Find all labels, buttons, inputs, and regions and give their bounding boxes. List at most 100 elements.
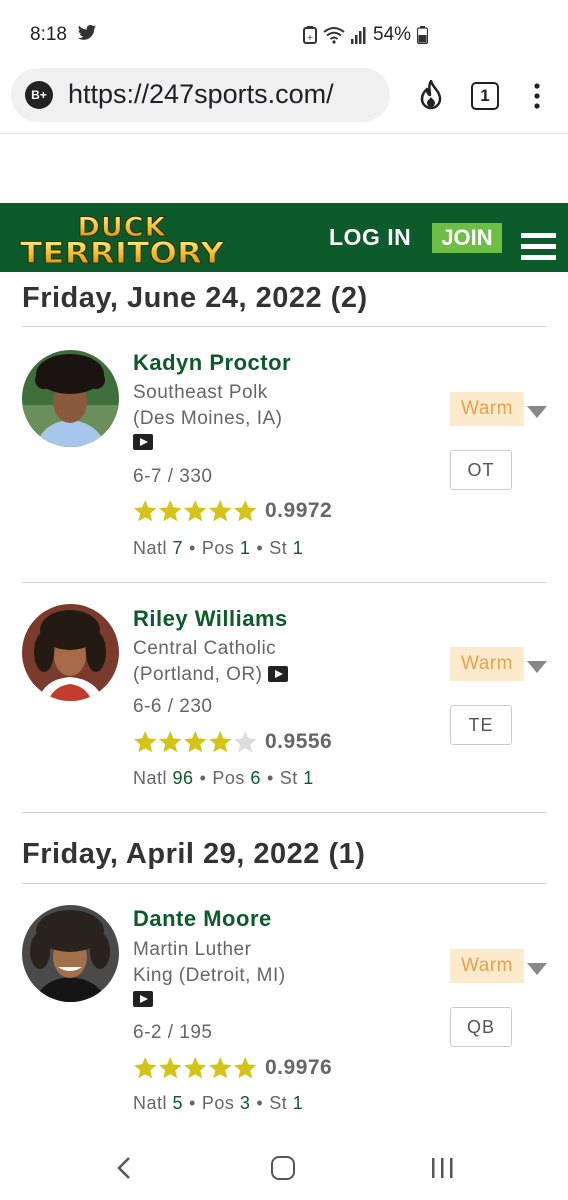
star-icon [209, 1057, 232, 1079]
position-badge: TE [450, 705, 512, 745]
video-icon[interactable] [133, 991, 153, 1007]
video-button[interactable] [133, 991, 153, 1010]
pos-rank[interactable]: 3 [240, 1093, 251, 1113]
wifi-icon [323, 27, 345, 44]
pos-label: Pos [201, 538, 235, 558]
url-text[interactable]: https://247sports.com/ [68, 79, 334, 110]
back-icon[interactable] [115, 1156, 133, 1180]
avatar[interactable] [22, 350, 119, 447]
status-badge[interactable]: Warm [450, 392, 524, 426]
kebab-menu-icon[interactable] [533, 83, 541, 109]
tabs-icon[interactable]: 1 [471, 82, 499, 110]
height-weight: 6-7 / 330 [133, 466, 213, 487]
tab-count: 1 [480, 86, 490, 105]
flame-icon[interactable] [418, 80, 444, 110]
recruit-school: Southeast Polk (Des Moines, IA) [133, 380, 333, 432]
rankings: Natl 96 • Pos 6 • St 1 [133, 768, 314, 788]
star-icon [134, 1057, 157, 1079]
star-icon [209, 731, 232, 753]
school-name: Martin Luther [133, 939, 252, 960]
login-link[interactable]: LOG IN [329, 224, 411, 251]
signal-icon [351, 27, 366, 44]
recent-apps-icon[interactable] [430, 1158, 454, 1178]
system-nav-bar [0, 1132, 568, 1200]
divider [22, 812, 547, 813]
divider [22, 326, 547, 327]
logo-line2: TERRITORY [20, 236, 225, 267]
height-weight: 6-2 / 195 [133, 1022, 213, 1043]
avatar[interactable] [22, 604, 119, 701]
caret-down-icon[interactable] [527, 963, 547, 975]
commitments-list: Friday, June 24, 2022 (2) Kadyn Proctor … [0, 272, 568, 1132]
video-icon[interactable] [133, 434, 153, 450]
twitter-icon [77, 24, 97, 40]
star-icon [184, 1057, 207, 1079]
st-label: St [279, 768, 298, 788]
browser-toolbar: B+ https://247sports.com/ 1 [0, 66, 568, 134]
star-icon [209, 500, 232, 522]
natl-rank[interactable]: 96 [173, 768, 194, 788]
status-badge[interactable]: Warm [450, 647, 524, 681]
star-rating: 0.9972 [133, 497, 332, 525]
position-badge: QB [450, 1007, 512, 1047]
recruit-name[interactable]: Kadyn Proctor [133, 350, 291, 376]
avatar[interactable] [22, 905, 119, 1002]
divider [22, 582, 547, 583]
battery-icon [417, 26, 429, 44]
natl-label: Natl [133, 1093, 168, 1113]
star-icon [184, 500, 207, 522]
video-button[interactable] [133, 434, 153, 453]
caret-down-icon[interactable] [527, 406, 547, 418]
recruit-name[interactable]: Riley Williams [133, 606, 288, 632]
star-icon [234, 1057, 257, 1079]
position-badge: OT [450, 450, 512, 490]
status-time: 8:18 [30, 24, 67, 45]
battery-saver-icon: + [303, 26, 317, 44]
pos-rank[interactable]: 1 [240, 538, 251, 558]
state-rank[interactable]: 1 [303, 768, 314, 788]
date-heading: Friday, April 29, 2022 (1) [22, 838, 366, 870]
star-icon [184, 731, 207, 753]
hometown: (Des Moines, IA) [133, 408, 283, 429]
st-label: St [269, 538, 288, 558]
address-bar[interactable]: B+ https://247sports.com/ [11, 68, 390, 122]
hometown: King (Detroit, MI) [133, 965, 286, 986]
star-rating: 0.9976 [133, 1054, 332, 1082]
star-icon [134, 500, 157, 522]
status-badge[interactable]: Warm [450, 949, 524, 983]
star-icon [159, 731, 182, 753]
date-heading: Friday, June 24, 2022 (2) [22, 282, 368, 314]
star-icon [159, 1057, 182, 1079]
hometown: (Portland, OR) [133, 664, 263, 685]
join-button[interactable]: JOIN [432, 223, 502, 253]
height-weight: 6-6 / 230 [133, 696, 213, 717]
composite-rating: 0.9976 [265, 1056, 333, 1079]
star-icon [134, 731, 157, 753]
home-icon[interactable] [271, 1156, 295, 1180]
pos-label: Pos [201, 1093, 235, 1113]
pos-rank[interactable]: 6 [250, 768, 261, 788]
star-icon [159, 500, 182, 522]
recruit-school: Central Catholic (Portland, OR) [133, 636, 333, 688]
composite-rating: 0.9972 [265, 499, 333, 522]
pos-label: Pos [212, 768, 245, 788]
school-name: Central Catholic [133, 638, 277, 659]
rankings: Natl 7 • Pos 1 • St 1 [133, 538, 304, 558]
natl-label: Natl [133, 538, 168, 558]
caret-down-icon[interactable] [527, 661, 547, 673]
battery-percent: 54% [373, 24, 412, 45]
state-rank[interactable]: 1 [293, 1093, 304, 1113]
duck-territory-logo[interactable]: DUCK TERRITORY [18, 211, 228, 268]
natl-rank[interactable]: 5 [173, 1093, 184, 1113]
star-icon [234, 731, 257, 753]
recruit-name[interactable]: Dante Moore [133, 906, 272, 932]
svg-text:+: + [307, 33, 314, 42]
status-bar: 8:18 + 54% [0, 0, 568, 66]
natl-rank[interactable]: 7 [173, 538, 184, 558]
state-rank[interactable]: 1 [293, 538, 304, 558]
site-info-badge[interactable]: B+ [25, 81, 53, 109]
hamburger-menu-icon[interactable] [521, 233, 556, 263]
video-icon[interactable] [268, 666, 289, 682]
recruit-school: Martin Luther King (Detroit, MI) [133, 937, 333, 989]
rankings: Natl 5 • Pos 3 • St 1 [133, 1093, 304, 1113]
